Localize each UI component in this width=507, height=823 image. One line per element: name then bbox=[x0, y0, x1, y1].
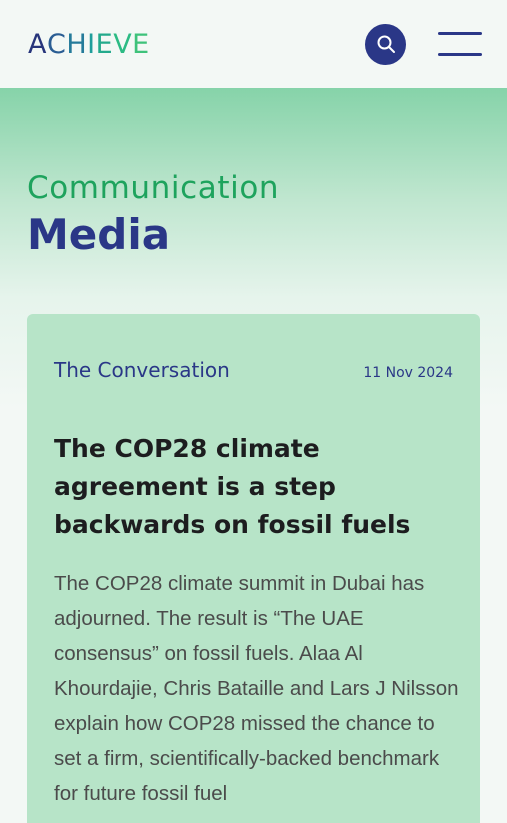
menu-button[interactable] bbox=[438, 32, 482, 56]
hamburger-menu-icon bbox=[438, 53, 482, 56]
page-title: Media bbox=[27, 210, 171, 259]
page-eyebrow: Communication bbox=[27, 170, 280, 206]
header-actions bbox=[365, 23, 482, 65]
achieve-logo[interactable]: ACHIEVE bbox=[28, 24, 150, 64]
article-date: 11 Nov 2024 bbox=[363, 365, 453, 381]
search-icon bbox=[377, 35, 395, 53]
hamburger-menu-icon bbox=[438, 32, 482, 35]
article-source: The Conversation bbox=[54, 358, 230, 382]
article-meta: The Conversation 11 Nov 2024 bbox=[54, 358, 453, 382]
article-summary: The COP28 climate summit in Dubai has ad… bbox=[54, 572, 459, 805]
article-card[interactable]: The Conversation 11 Nov 2024 The COP28 c… bbox=[27, 314, 480, 823]
search-button[interactable] bbox=[365, 23, 406, 65]
article-title[interactable]: The COP28 climate agreement is a step ba… bbox=[54, 430, 434, 544]
site-header: ACHIEVE bbox=[0, 0, 507, 88]
